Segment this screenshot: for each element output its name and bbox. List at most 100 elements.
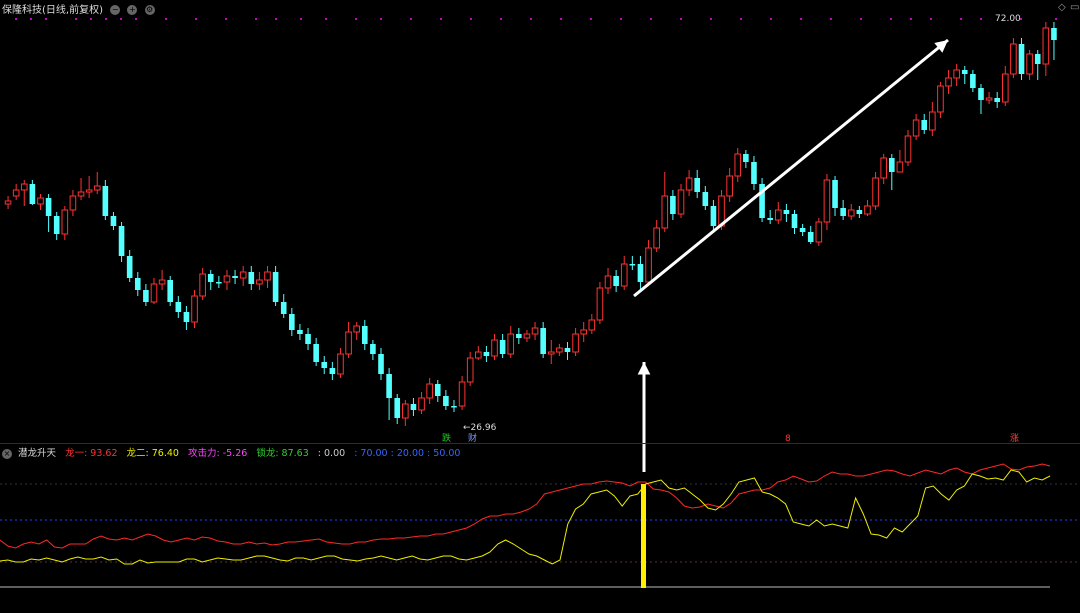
purple-dot bbox=[120, 18, 122, 20]
candle-down bbox=[670, 196, 676, 214]
signal-bar bbox=[641, 484, 646, 588]
candle-up bbox=[345, 331, 352, 355]
purple-dot bbox=[860, 18, 862, 20]
candle-up bbox=[507, 333, 515, 355]
candle-up bbox=[239, 271, 247, 279]
purple-dot bbox=[75, 18, 77, 20]
candle-up bbox=[523, 333, 531, 339]
indicator-panel[interactable]: × 潜龙升天 龙一: 93.62 龙二: 76.40 攻击力: -5.26 锁龙… bbox=[0, 444, 1080, 613]
purple-dot bbox=[890, 18, 892, 20]
purple-dot bbox=[30, 18, 32, 20]
purple-dot bbox=[45, 18, 47, 20]
purple-dot bbox=[800, 18, 802, 20]
candle-up bbox=[896, 161, 904, 173]
candle-up bbox=[337, 353, 344, 375]
candle-down bbox=[126, 256, 133, 278]
indicator-chart[interactable] bbox=[0, 444, 1080, 613]
candle-up bbox=[531, 327, 539, 335]
candle-up bbox=[1026, 53, 1033, 75]
candle-down bbox=[970, 74, 976, 88]
candle-up bbox=[418, 397, 425, 411]
candle-up bbox=[929, 111, 936, 131]
purple-dot bbox=[680, 18, 682, 20]
candle-down bbox=[175, 302, 182, 312]
plus-icon[interactable]: + bbox=[127, 5, 138, 15]
candle-down bbox=[832, 180, 838, 208]
candle-up bbox=[1042, 27, 1050, 65]
window-icon[interactable]: ▭ bbox=[1070, 2, 1079, 13]
candle-up bbox=[572, 333, 579, 353]
purple-dot bbox=[15, 18, 17, 20]
candle-down bbox=[751, 162, 757, 184]
candle-up bbox=[466, 357, 474, 383]
candle-down bbox=[110, 216, 117, 226]
candle-down bbox=[378, 354, 384, 374]
candle-up bbox=[93, 185, 101, 191]
candle-down bbox=[1051, 28, 1057, 40]
purple-dot bbox=[590, 18, 592, 20]
purple-dot bbox=[650, 18, 652, 20]
candle-up bbox=[847, 209, 855, 217]
candle-down bbox=[767, 218, 773, 220]
min-price-label: ←26.96 bbox=[463, 423, 497, 433]
diamond-icon[interactable]: ◇ bbox=[1058, 2, 1066, 13]
candle-down bbox=[443, 396, 449, 406]
candle-up bbox=[726, 175, 733, 197]
candle-down bbox=[499, 340, 506, 354]
candle-down bbox=[791, 214, 798, 228]
candle-up bbox=[937, 85, 944, 113]
candle-up bbox=[653, 227, 660, 249]
legend-zero: : 0.00 bbox=[317, 448, 346, 459]
close-icon[interactable]: × bbox=[2, 448, 12, 459]
purple-dot bbox=[410, 18, 412, 20]
candle-up bbox=[12, 189, 20, 197]
purple-dot bbox=[470, 18, 472, 20]
candle-up bbox=[1001, 73, 1009, 103]
candle-up bbox=[199, 273, 206, 297]
candle-up bbox=[474, 351, 482, 359]
purple-dot bbox=[740, 18, 742, 20]
candle-up bbox=[774, 209, 782, 221]
candle-down bbox=[540, 328, 546, 354]
candle-down bbox=[702, 192, 709, 206]
candle-up bbox=[734, 153, 742, 177]
purple-dot bbox=[195, 18, 197, 20]
candle-up bbox=[458, 381, 466, 407]
candle-down bbox=[888, 158, 895, 172]
purple-dot bbox=[830, 18, 832, 20]
purple-dot bbox=[355, 18, 357, 20]
candle-up bbox=[985, 97, 993, 101]
candle-up bbox=[1010, 43, 1017, 75]
candle-up bbox=[864, 205, 871, 215]
candle-up bbox=[402, 403, 409, 419]
candle-down bbox=[694, 178, 701, 192]
dragon-one-line bbox=[0, 463, 1051, 549]
indicator-header: × 潜龙升天 龙一: 93.62 龙二: 76.40 攻击力: -5.26 锁龙… bbox=[2, 445, 466, 459]
purple-dot bbox=[710, 18, 712, 20]
candle-down bbox=[994, 98, 1000, 102]
price-chart-panel[interactable]: 保隆科技(日线,前复权) − + ⚙ ◇ ▭ 72.00 ←26.96 跌 财 … bbox=[0, 0, 1080, 444]
candle-up bbox=[4, 200, 12, 205]
purple-dot bbox=[300, 18, 302, 20]
candle-up bbox=[912, 119, 920, 137]
candle-up bbox=[264, 271, 271, 281]
candle-up bbox=[596, 287, 604, 321]
legend-attack-power: 攻击力: -5.26 bbox=[187, 448, 248, 459]
candle-down bbox=[840, 208, 846, 216]
purple-dot bbox=[440, 18, 442, 20]
candle-down bbox=[232, 276, 238, 278]
candle-up bbox=[191, 295, 198, 323]
candle-up bbox=[904, 135, 912, 163]
purple-dot bbox=[255, 18, 257, 20]
gear-icon[interactable]: ⚙ bbox=[144, 5, 155, 15]
legend-dragon-one: 龙一: 93.62 bbox=[65, 448, 118, 459]
purple-dot bbox=[1055, 18, 1057, 20]
candle-up bbox=[491, 339, 498, 357]
candle-up bbox=[37, 197, 44, 205]
candlestick-chart[interactable] bbox=[0, 0, 1080, 443]
purple-dot bbox=[960, 18, 962, 20]
candle-down bbox=[961, 70, 968, 74]
candle-up bbox=[604, 275, 612, 289]
candle-up bbox=[353, 325, 360, 333]
minus-icon[interactable]: − bbox=[110, 5, 121, 15]
